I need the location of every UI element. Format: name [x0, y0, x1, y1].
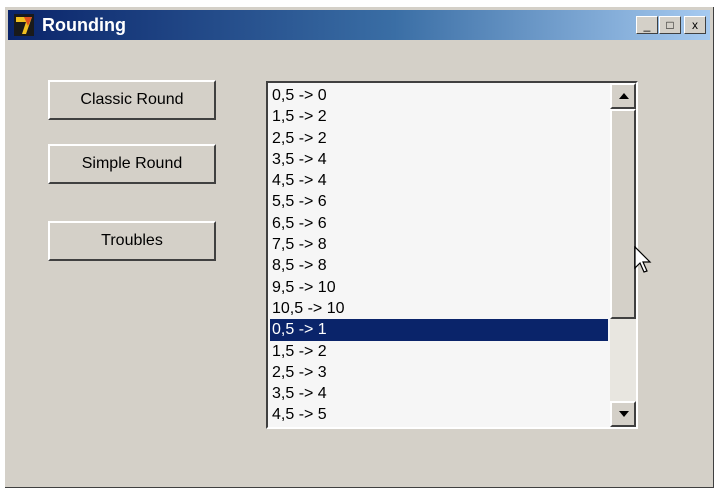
list-item[interactable]: 3,5 -> 4: [270, 383, 608, 404]
list-item[interactable]: 4,5 -> 4: [270, 170, 608, 191]
list-item[interactable]: 6,5 -> 6: [270, 213, 608, 234]
mouse-cursor-icon: [634, 246, 652, 273]
classic-round-button[interactable]: Classic Round: [48, 80, 216, 120]
window-title: Rounding: [42, 15, 126, 35]
results-listbox[interactable]: 0,5 -> 0 1,5 -> 2 2,5 -> 2 3,5 -> 4 4,5 -> 4…: [266, 81, 638, 429]
list-item[interactable]: 0,5 -> 0: [270, 85, 608, 106]
close-button[interactable]: x: [684, 16, 706, 34]
list-item[interactable]: 2,5 -> 3: [270, 362, 608, 383]
maximize-button[interactable]: □: [659, 16, 681, 34]
troubles-button[interactable]: Troubles: [48, 221, 216, 261]
list-item[interactable]: 1,5 -> 2: [270, 341, 608, 362]
list-item[interactable]: 10,5 -> 10: [270, 298, 608, 319]
scroll-up-button[interactable]: [610, 83, 636, 109]
vertical-scrollbar[interactable]: [610, 83, 636, 427]
list-item[interactable]: 8,5 -> 8: [270, 255, 608, 276]
scrollbar-thumb[interactable]: [610, 109, 636, 319]
list-item[interactable]: 4,5 -> 5: [270, 404, 608, 425]
list-item[interactable]: 1,5 -> 2: [270, 106, 608, 127]
app-icon: [14, 14, 34, 36]
list-item[interactable]: 2,5 -> 2: [270, 128, 608, 149]
rounding-window: Rounding _ □ x Classic Round Simple Roun…: [4, 6, 714, 488]
list-item[interactable]: 9,5 -> 10: [270, 277, 608, 298]
list-item[interactable]: 0,5 -> 1: [270, 319, 608, 341]
list-item[interactable]: 5,5 -> 6: [270, 191, 608, 212]
list-items: 0,5 -> 0 1,5 -> 2 2,5 -> 2 3,5 -> 4 4,5 -> 4…: [270, 85, 608, 427]
list-item[interactable]: 5,5 -> 6: [270, 426, 608, 427]
scroll-down-icon: [619, 411, 629, 417]
title-bar[interactable]: Rounding _ □ x: [8, 10, 710, 40]
simple-round-button[interactable]: Simple Round: [48, 144, 216, 184]
scroll-up-icon: [619, 93, 629, 99]
list-item[interactable]: 3,5 -> 4: [270, 149, 608, 170]
minimize-button[interactable]: _: [636, 16, 658, 34]
scroll-down-button[interactable]: [610, 401, 636, 427]
list-item[interactable]: 7,5 -> 8: [270, 234, 608, 255]
